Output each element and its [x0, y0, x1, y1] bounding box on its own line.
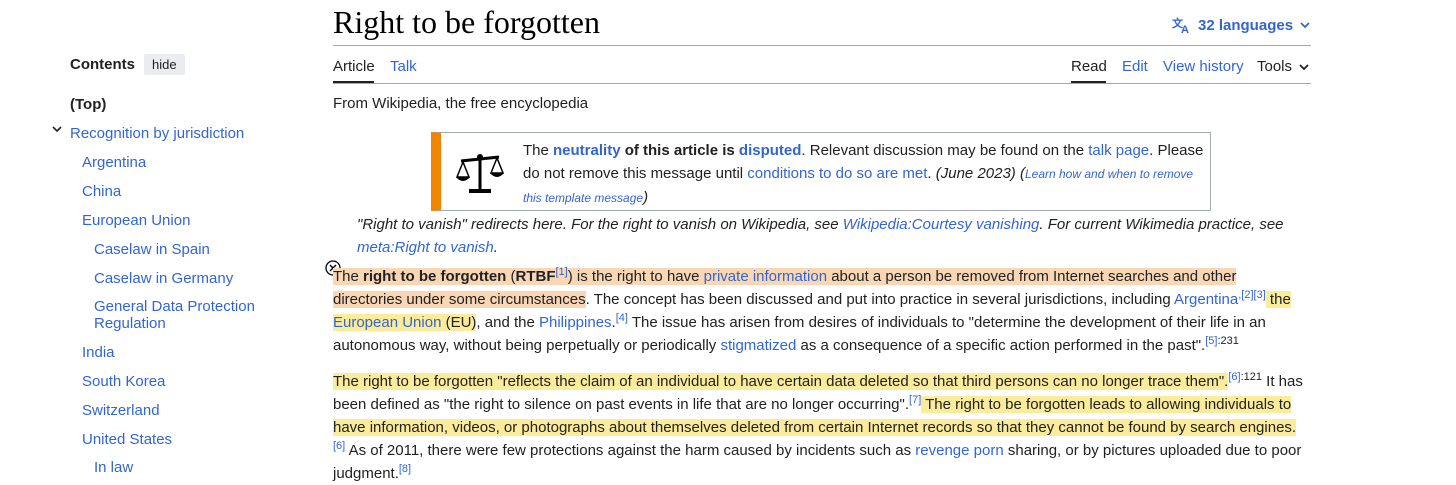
- citation-6b[interactable]: [6]: [333, 440, 345, 452]
- toc-item-south-korea[interactable]: South Korea: [82, 373, 165, 390]
- tabs-divider: [333, 83, 1311, 84]
- tab-article[interactable]: Article: [333, 58, 375, 75]
- chevron-down-icon: [1300, 22, 1310, 29]
- european-union-link[interactable]: European Union: [333, 314, 441, 331]
- toc-item-caselaw-germany[interactable]: Caselaw in Germany: [94, 270, 233, 287]
- citation-5[interactable]: [5]: [1205, 335, 1217, 347]
- conditions-link[interactable]: conditions to do so are met: [747, 165, 927, 182]
- stigmatized-link[interactable]: stigmatized: [720, 337, 796, 354]
- title-divider: [333, 45, 1311, 46]
- toc-item-top[interactable]: (Top): [70, 96, 106, 113]
- intro-paragraph-1: The right to be forgotten (RTBF[1]) is t…: [333, 266, 1291, 354]
- page-title: Right to be forgotten: [333, 4, 600, 40]
- intro-paragraph-2: The right to be forgotten "reflects the …: [333, 371, 1303, 482]
- toc-item-in-law[interactable]: In law: [94, 459, 133, 476]
- toc-item-united-states[interactable]: United States: [82, 431, 172, 448]
- toc-item-china[interactable]: China: [82, 183, 121, 200]
- neutrality-notice: The neutrality of this article is disput…: [431, 132, 1211, 211]
- language-count: 32 languages: [1198, 16, 1294, 34]
- toc-hide-button[interactable]: hide: [144, 54, 185, 75]
- toc-heading: Contents: [70, 56, 135, 73]
- argentina-link[interactable]: Argentina: [1174, 291, 1238, 308]
- citation-7[interactable]: [7]: [909, 394, 921, 406]
- toc-item-india[interactable]: India: [82, 344, 115, 361]
- tab-edit[interactable]: Edit: [1122, 58, 1148, 75]
- citation-1[interactable]: [1]: [556, 266, 568, 278]
- language-button[interactable]: 文 A 32 languages: [1172, 16, 1311, 34]
- tab-view-history[interactable]: View history: [1163, 58, 1244, 75]
- neutrality-link[interactable]: neutrality: [553, 142, 621, 159]
- disputed-link[interactable]: disputed: [739, 142, 802, 159]
- citation-4[interactable]: [4]: [616, 312, 628, 324]
- citation-3[interactable]: [3]: [1254, 289, 1266, 301]
- chevron-down-icon: [1299, 63, 1309, 70]
- revenge-porn-link[interactable]: revenge porn: [915, 442, 1003, 459]
- toc-item-european-union[interactable]: European Union: [82, 212, 190, 229]
- courtesy-vanishing-link[interactable]: Wikipedia:Courtesy vanishing: [843, 216, 1040, 233]
- scales-icon: [455, 154, 505, 193]
- translate-icon: 文 A: [1172, 16, 1189, 34]
- toc-item-argentina[interactable]: Argentina: [82, 154, 146, 171]
- tools-label: Tools: [1257, 58, 1293, 75]
- tagline: From Wikipedia, the free encyclopedia: [333, 95, 589, 112]
- tab-read[interactable]: Read: [1071, 58, 1107, 75]
- svg-text:A: A: [1181, 24, 1189, 34]
- hatnote: "Right to vanish" redirects here. For th…: [357, 216, 1284, 256]
- notice-text: The neutrality of this article is disput…: [523, 142, 1204, 206]
- tab-talk[interactable]: Talk: [390, 58, 417, 75]
- private-information-link[interactable]: private information: [704, 268, 827, 285]
- tools-menu[interactable]: Tools: [1257, 58, 1310, 75]
- citation-2[interactable]: ,[2]: [1238, 289, 1253, 301]
- citation-8[interactable]: [8]: [399, 463, 411, 475]
- toc-item-caselaw-spain[interactable]: Caselaw in Spain: [94, 241, 210, 258]
- notice-date: (June 2023): [935, 165, 1016, 182]
- chevron-down-icon[interactable]: [52, 124, 62, 134]
- citation-6[interactable]: [6]: [1228, 371, 1240, 383]
- meta-right-to-vanish-link[interactable]: meta:Right to vanish: [357, 239, 494, 256]
- talk-page-link[interactable]: talk page: [1088, 142, 1149, 159]
- toc-item-switzerland[interactable]: Switzerland: [82, 402, 160, 419]
- philippines-link[interactable]: Philippines: [539, 314, 612, 331]
- toc-item-gdpr[interactable]: General Data Protection Regulation: [94, 298, 274, 332]
- toc-item-recognition[interactable]: Recognition by jurisdiction: [70, 125, 244, 142]
